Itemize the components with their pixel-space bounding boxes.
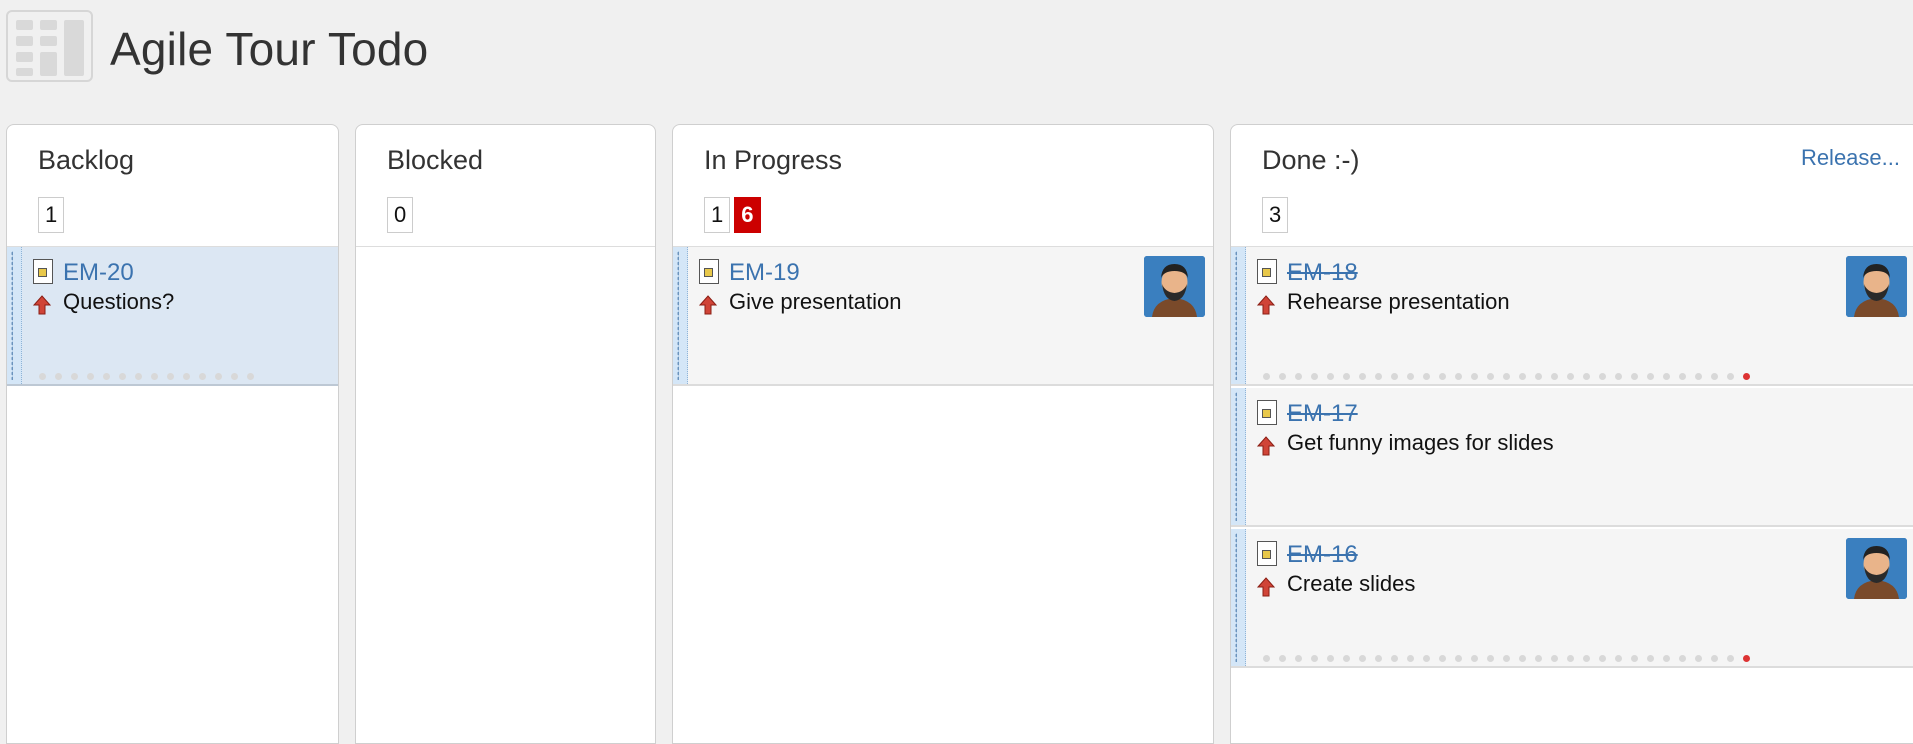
board-icon <box>6 10 93 82</box>
issue-count-badge: 0 <box>387 197 414 233</box>
board-header: Agile Tour Todo <box>0 0 1913 100</box>
issue-count: 0 <box>387 197 414 233</box>
issue-key-link[interactable]: EM-19 <box>729 259 800 287</box>
issue-count: 3 <box>1262 197 1289 233</box>
issue-summary: Rehearse presentation <box>1287 289 1510 314</box>
days-in-column-indicator <box>39 373 254 380</box>
task-icon <box>1257 259 1277 284</box>
issue-count-badge: 1 <box>38 197 65 233</box>
issue-summary: Questions? <box>63 289 175 314</box>
priority-major-icon <box>1257 577 1275 597</box>
issue-card[interactable]: EM-18 Rehearse presentation <box>1231 247 1913 386</box>
column-backlog: Backlog 1 EM-20 Questions? <box>6 124 339 744</box>
priority-major-icon <box>1257 295 1275 315</box>
priority-major-icon <box>699 295 717 315</box>
issue-count-badge: 3 <box>1262 197 1289 233</box>
issue-count: 1 6 <box>704 197 761 233</box>
issue-summary: Create slides <box>1287 571 1416 596</box>
column-title: Blocked <box>387 145 484 175</box>
column-title: In Progress <box>704 145 843 175</box>
issue-card[interactable]: EM-20 Questions? <box>7 247 338 386</box>
issue-card[interactable]: EM-17 Get funny images for slides <box>1231 388 1913 527</box>
drag-handle[interactable] <box>1231 247 1246 384</box>
priority-major-icon <box>33 295 51 315</box>
drag-handle[interactable] <box>7 247 22 384</box>
drag-handle[interactable] <box>1231 388 1246 525</box>
task-icon <box>1257 400 1277 425</box>
drag-handle[interactable] <box>673 247 688 384</box>
task-icon <box>33 259 53 284</box>
column-blocked: Blocked 0 <box>355 124 656 744</box>
issue-count-badge: 1 <box>704 197 731 233</box>
issue-summary: Give presentation <box>729 289 902 314</box>
issue-summary: Get funny images for slides <box>1287 430 1554 455</box>
release-link[interactable]: Release... <box>1801 145 1900 171</box>
user-avatar[interactable] <box>1846 256 1907 317</box>
days-in-column-indicator <box>1263 373 1750 380</box>
column-title: Backlog <box>38 145 135 175</box>
drag-handle[interactable] <box>1231 529 1246 666</box>
priority-major-icon <box>1257 436 1275 456</box>
task-icon <box>699 259 719 284</box>
task-icon <box>1257 541 1277 566</box>
column-title: Done :-) <box>1262 145 1360 175</box>
days-in-column-indicator <box>1263 655 1750 662</box>
user-avatar[interactable] <box>1846 538 1907 599</box>
column-done: Done :-) Release... 3 EM-18 Rehearse pre… <box>1230 124 1913 744</box>
column-in-progress: In Progress 1 6 EM-19 Give presentation <box>672 124 1214 744</box>
issue-count: 1 <box>38 197 65 233</box>
issue-card[interactable]: EM-16 Create slides <box>1231 529 1913 668</box>
page-title: Agile Tour Todo <box>110 23 429 75</box>
issue-card[interactable]: EM-19 Give presentation <box>673 247 1213 386</box>
user-avatar[interactable] <box>1144 256 1205 317</box>
issue-key-link[interactable]: EM-20 <box>63 259 134 287</box>
max-issue-count-badge: 6 <box>734 197 761 233</box>
issue-key-link[interactable]: EM-17 <box>1287 400 1358 428</box>
issue-key-link[interactable]: EM-16 <box>1287 541 1358 569</box>
issue-key-link[interactable]: EM-18 <box>1287 259 1358 287</box>
